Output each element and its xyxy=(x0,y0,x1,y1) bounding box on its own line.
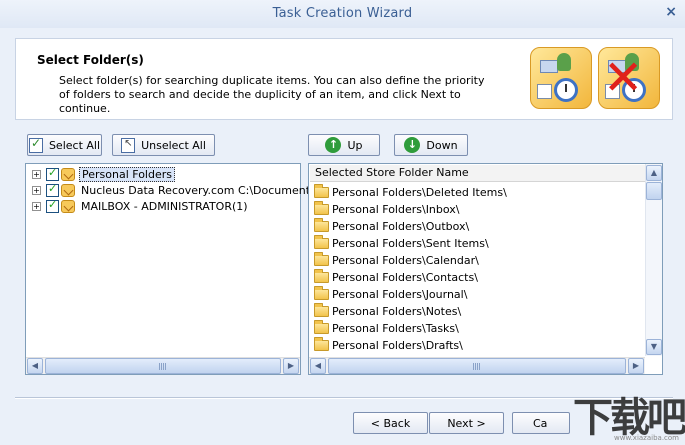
arrow-down-icon: ↓ xyxy=(404,137,421,153)
scroll-up-icon[interactable]: ▲ xyxy=(646,165,662,181)
back-button[interactable]: < Back xyxy=(353,412,428,434)
list-item-label: Personal Folders\Contacts\ xyxy=(332,270,478,284)
list-item-label: Personal Folders\Tasks\ xyxy=(332,321,459,335)
list-vertical-scrollbar[interactable]: ▲ ▼ xyxy=(645,164,662,356)
pst-file-icon xyxy=(61,199,75,213)
cancel-label: Ca xyxy=(533,416,548,430)
list-item[interactable]: Personal Folders\Tasks\ xyxy=(314,319,459,336)
window-title: Task Creation Wizard xyxy=(272,6,413,21)
cancel-button[interactable]: Ca xyxy=(512,412,570,434)
list-item[interactable]: Personal Folders\Journal\ xyxy=(314,285,468,302)
folder-icon xyxy=(314,183,329,198)
pst-file-icon xyxy=(61,183,75,197)
list-item[interactable]: Personal Folders\Sent Items\ xyxy=(314,234,489,251)
list-item-label: Personal Folders\Calendar\ xyxy=(332,253,479,267)
list-item-label: Personal Folders\Sent Items\ xyxy=(332,236,489,250)
list-item[interactable]: Personal Folders\Notes\ xyxy=(314,302,462,319)
scroll-thumb[interactable] xyxy=(45,358,281,374)
next-label: Next > xyxy=(447,416,486,430)
list-item-label: Personal Folders\Deleted Items\ xyxy=(332,185,507,199)
list-item-label: Personal Folders\Drafts\ xyxy=(332,338,463,352)
watermark-url: www.xiazaiba.com xyxy=(614,434,679,442)
unselect-all-icon xyxy=(121,137,136,153)
back-label: < Back xyxy=(370,416,411,430)
list-item-label: Personal Folders\Journal\ xyxy=(332,287,468,301)
tree-checkbox[interactable] xyxy=(46,198,59,213)
column-header-folder-name[interactable]: Selected Store Folder Name xyxy=(310,165,648,182)
folder-icon xyxy=(314,302,329,317)
tree-item-personal-folders[interactable]: + Personal Folders xyxy=(32,166,175,182)
unselect-all-label: Unselect All xyxy=(141,138,206,152)
select-all-label: Select All xyxy=(48,138,101,152)
next-button[interactable]: Next > xyxy=(429,412,504,434)
folder-icon xyxy=(314,319,329,334)
list-item-label: Personal Folders\Outbox\ xyxy=(332,219,470,233)
wizard-header: Select Folder(s) Select folder(s) for se… xyxy=(15,38,673,120)
scroll-down-icon[interactable]: ▼ xyxy=(646,339,662,355)
tree-horizontal-scrollbar[interactable]: ◀ ▶ xyxy=(26,357,300,374)
list-item-label: Personal Folders\Inbox\ xyxy=(332,202,460,216)
list-horizontal-scrollbar[interactable]: ◀ ▶ xyxy=(309,357,645,374)
folder-icon xyxy=(314,217,329,232)
tree-checkbox[interactable] xyxy=(46,166,59,181)
list-item[interactable]: Personal Folders\Deleted Items\ xyxy=(314,183,507,200)
expand-icon[interactable]: + xyxy=(32,201,41,211)
task-icon xyxy=(530,47,592,109)
arrow-up-icon: ↑ xyxy=(325,137,342,153)
folder-tree[interactable]: + Personal Folders + Nucleus Data Recove… xyxy=(25,163,316,375)
up-button[interactable]: ↑ Up xyxy=(308,134,380,156)
remove-duplicates-icon: ✕ xyxy=(598,47,660,109)
down-label: Down xyxy=(426,138,458,152)
folder-icon xyxy=(314,336,329,351)
tree-item-label: Personal Folders xyxy=(79,166,175,182)
folder-icon xyxy=(314,251,329,266)
tree-item-label: MAILBOX - ADMINISTRATOR(1) xyxy=(81,199,248,213)
scroll-right-icon[interactable]: ▶ xyxy=(283,358,299,374)
list-item-label: Personal Folders\Notes\ xyxy=(332,304,462,318)
scroll-left-icon[interactable]: ◀ xyxy=(27,358,43,374)
select-all-button[interactable]: Select All xyxy=(27,134,102,156)
scroll-left-icon[interactable]: ◀ xyxy=(310,358,326,374)
select-all-icon xyxy=(28,136,43,153)
title-bar: Task Creation Wizard × xyxy=(0,0,685,28)
scroll-thumb[interactable] xyxy=(328,358,626,374)
down-button[interactable]: ↓ Down xyxy=(394,134,468,156)
folder-icon xyxy=(314,200,329,215)
folder-icon xyxy=(314,234,329,249)
expand-icon[interactable]: + xyxy=(32,185,41,195)
expand-icon[interactable]: + xyxy=(32,169,41,179)
store-folder-list[interactable]: Selected Store Folder Name Personal Fold… xyxy=(308,163,663,375)
list-item[interactable]: Personal Folders\Contacts\ xyxy=(314,268,478,285)
unselect-all-button[interactable]: Unselect All xyxy=(112,134,215,156)
close-icon[interactable]: × xyxy=(665,4,677,20)
scroll-thumb[interactable] xyxy=(646,182,662,200)
folder-icon xyxy=(314,285,329,300)
tree-item-nucleus[interactable]: + Nucleus Data Recovery.com C:\Documents xyxy=(32,182,318,198)
header-description: Select folder(s) for searching duplicate… xyxy=(59,74,485,115)
list-item[interactable]: Personal Folders\Drafts\ xyxy=(314,336,463,353)
header-title: Select Folder(s) xyxy=(37,53,144,67)
list-item[interactable]: Personal Folders\Calendar\ xyxy=(314,251,479,268)
folder-icon xyxy=(314,268,329,283)
tree-checkbox[interactable] xyxy=(46,182,59,197)
list-item[interactable]: Personal Folders\Outbox\ xyxy=(314,217,470,234)
pst-file-icon xyxy=(61,167,75,181)
list-item[interactable]: Personal Folders\Inbox\ xyxy=(314,200,460,217)
tree-item-label: Nucleus Data Recovery.com C:\Documents xyxy=(81,183,316,197)
up-label: Up xyxy=(347,138,363,152)
scroll-right-icon[interactable]: ▶ xyxy=(628,358,644,374)
tree-item-mailbox[interactable]: + MAILBOX - ADMINISTRATOR(1) xyxy=(32,198,250,214)
